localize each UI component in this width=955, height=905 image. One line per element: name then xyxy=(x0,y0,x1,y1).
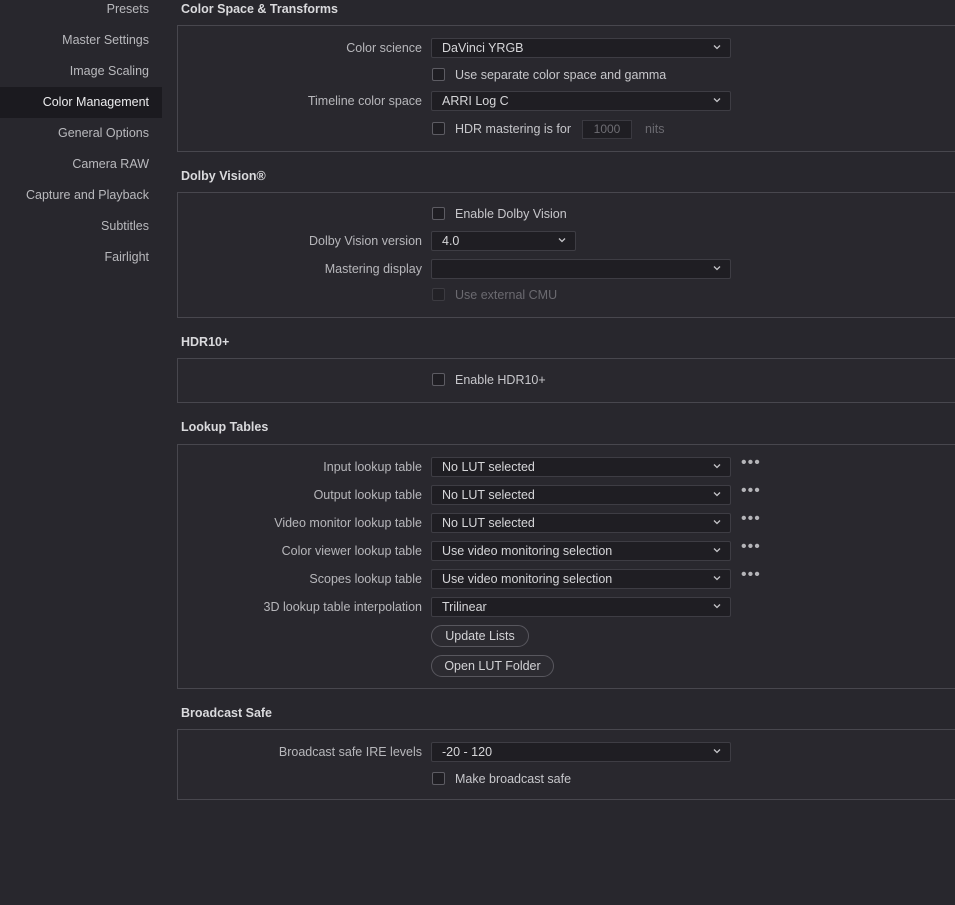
hdr-nits-unit: nits xyxy=(645,122,665,136)
section-title-color-space: Color Space & Transforms xyxy=(181,2,338,16)
separate-color-space-checkbox[interactable] xyxy=(432,68,445,81)
scopes-lut-value: Use video monitoring selection xyxy=(442,572,613,586)
section-title-dolby-vision: Dolby Vision® xyxy=(181,169,266,183)
mastering-display-label: Mastering display xyxy=(324,262,422,276)
chevron-down-icon xyxy=(713,492,721,497)
chevron-down-icon xyxy=(713,98,721,103)
sidebar-item-camera-raw[interactable]: Camera RAW xyxy=(0,149,162,180)
chevron-down-icon xyxy=(713,45,721,50)
dolby-version-label: Dolby Vision version xyxy=(308,234,422,248)
settings-sidebar: Presets Master Settings Image Scaling Co… xyxy=(0,0,162,905)
sidebar-item-image-scaling[interactable]: Image Scaling xyxy=(0,56,162,87)
color-science-label: Color science xyxy=(346,41,422,55)
color-science-value: DaVinci YRGB xyxy=(442,41,524,55)
lut-interpolation-value: Trilinear xyxy=(442,600,487,614)
video-monitor-lut-value: No LUT selected xyxy=(442,516,535,530)
external-cmu-label: Use external CMU xyxy=(455,288,558,302)
scopes-lut-dropdown[interactable]: Use video monitoring selection xyxy=(431,569,731,589)
section-title-broadcast-safe: Broadcast Safe xyxy=(181,706,273,720)
hdr-nits-input[interactable]: 1000 xyxy=(582,120,632,139)
timeline-color-space-dropdown[interactable]: ARRI Log C xyxy=(431,91,731,111)
open-lut-folder-button[interactable]: Open LUT Folder xyxy=(431,655,554,677)
input-lut-value: No LUT selected xyxy=(442,460,535,474)
input-lut-more-icon[interactable]: ••• xyxy=(741,455,761,471)
video-monitor-lut-dropdown[interactable]: No LUT selected xyxy=(431,513,731,533)
color-science-dropdown[interactable]: DaVinci YRGB xyxy=(431,38,731,58)
broadcast-safe-panel: Broadcast safe IRE levels -20 - 120 Make… xyxy=(177,729,955,800)
sidebar-item-master-settings[interactable]: Master Settings xyxy=(0,25,162,56)
broadcast-ire-label: Broadcast safe IRE levels xyxy=(278,745,422,759)
output-lut-label: Output lookup table xyxy=(313,488,422,502)
sidebar-item-general-options[interactable]: General Options xyxy=(0,118,162,149)
update-lists-button[interactable]: Update Lists xyxy=(431,625,529,647)
lut-interpolation-label: 3D lookup table interpolation xyxy=(263,600,422,614)
sidebar-item-fairlight[interactable]: Fairlight xyxy=(0,242,162,273)
hdr10-panel: Enable HDR10+ xyxy=(177,358,955,403)
settings-content: Color Space & Transforms Color science D… xyxy=(162,0,955,905)
enable-dolby-vision-label: Enable Dolby Vision xyxy=(455,207,567,221)
enable-dolby-vision-checkbox[interactable] xyxy=(432,207,445,220)
chevron-down-icon xyxy=(713,464,721,469)
chevron-down-icon xyxy=(558,238,566,243)
input-lut-label: Input lookup table xyxy=(323,460,422,474)
lookup-tables-panel: Input lookup table No LUT selected ••• O… xyxy=(177,444,955,689)
chevron-down-icon xyxy=(713,749,721,754)
separate-color-space-label: Use separate color space and gamma xyxy=(455,68,667,82)
timeline-color-space-value: ARRI Log C xyxy=(442,94,509,108)
hdr-mastering-checkbox[interactable] xyxy=(432,122,445,135)
enable-hdr10-label: Enable HDR10+ xyxy=(455,373,546,387)
video-monitor-lut-more-icon[interactable]: ••• xyxy=(741,511,761,527)
sidebar-item-capture-and-playback[interactable]: Capture and Playback xyxy=(0,180,162,211)
output-lut-value: No LUT selected xyxy=(442,488,535,502)
scopes-lut-label: Scopes lookup table xyxy=(309,572,422,586)
color-viewer-lut-value: Use video monitoring selection xyxy=(442,544,613,558)
sidebar-item-presets[interactable]: Presets xyxy=(0,0,162,25)
color-viewer-lut-label: Color viewer lookup table xyxy=(281,544,422,558)
broadcast-ire-value: -20 - 120 xyxy=(442,745,493,759)
broadcast-ire-dropdown[interactable]: -20 - 120 xyxy=(431,742,731,762)
mastering-display-dropdown[interactable] xyxy=(431,259,731,279)
video-monitor-lut-label: Video monitor lookup table xyxy=(274,516,422,530)
output-lut-dropdown[interactable]: No LUT selected xyxy=(431,485,731,505)
section-title-hdr10: HDR10+ xyxy=(181,335,230,349)
output-lut-more-icon[interactable]: ••• xyxy=(741,483,761,499)
color-viewer-lut-dropdown[interactable]: Use video monitoring selection xyxy=(431,541,731,561)
color-viewer-lut-more-icon[interactable]: ••• xyxy=(741,539,761,555)
hdr-mastering-label: HDR mastering is for xyxy=(455,122,571,136)
enable-hdr10-checkbox[interactable] xyxy=(432,373,445,386)
scopes-lut-more-icon[interactable]: ••• xyxy=(741,567,761,583)
chevron-down-icon xyxy=(713,548,721,553)
dolby-vision-panel: Enable Dolby Vision Dolby Vision version… xyxy=(177,192,955,318)
sidebar-item-color-management[interactable]: Color Management xyxy=(0,87,162,118)
chevron-down-icon xyxy=(713,266,721,271)
sidebar-item-subtitles[interactable]: Subtitles xyxy=(0,211,162,242)
chevron-down-icon xyxy=(713,604,721,609)
chevron-down-icon xyxy=(713,576,721,581)
lut-interpolation-dropdown[interactable]: Trilinear xyxy=(431,597,731,617)
dolby-version-dropdown[interactable]: 4.0 xyxy=(431,231,576,251)
make-broadcast-safe-checkbox[interactable] xyxy=(432,772,445,785)
make-broadcast-safe-label: Make broadcast safe xyxy=(455,772,572,786)
timeline-color-space-label: Timeline color space xyxy=(307,94,422,108)
dolby-version-value: 4.0 xyxy=(442,234,460,248)
input-lut-dropdown[interactable]: No LUT selected xyxy=(431,457,731,477)
chevron-down-icon xyxy=(713,520,721,525)
section-title-lookup-tables: Lookup Tables xyxy=(181,420,269,434)
external-cmu-checkbox xyxy=(432,288,445,301)
color-space-panel: Color science DaVinci YRGB Use separate … xyxy=(177,25,955,152)
